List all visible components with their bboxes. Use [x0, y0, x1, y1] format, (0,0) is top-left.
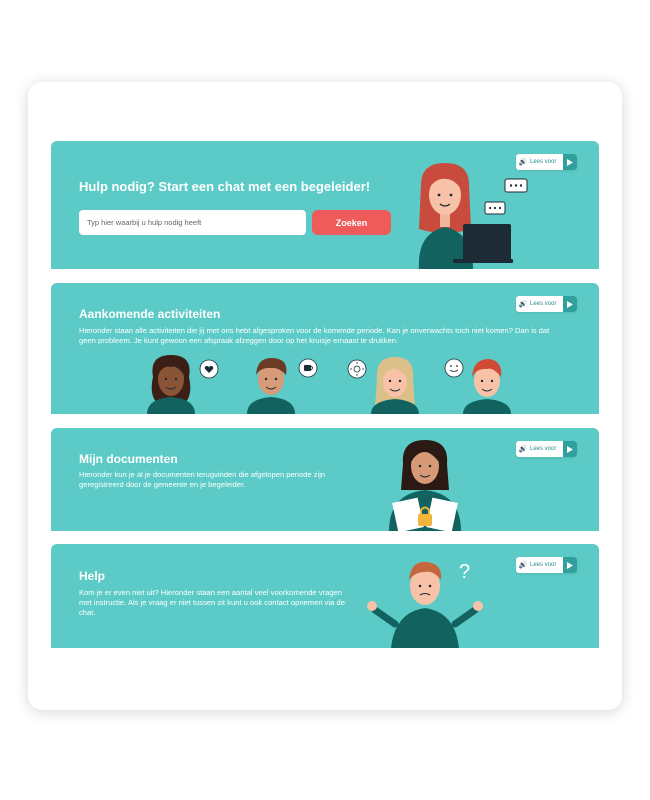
read-aloud-button[interactable]: 🔊 Lees voor: [516, 441, 577, 457]
sun-icon: [347, 359, 367, 379]
search-input[interactable]: [79, 210, 306, 235]
activities-panel: Aankomende activiteiten Hieronder staan …: [51, 283, 599, 414]
read-aloud-label: Lees voor: [530, 446, 557, 452]
read-aloud-button[interactable]: 🔊 Lees voor: [516, 154, 577, 170]
play-icon: [563, 154, 577, 170]
read-aloud-button[interactable]: 🔊 Lees voor: [516, 296, 577, 312]
activities-illustration: [147, 355, 511, 414]
search-button[interactable]: Zoeken: [312, 210, 391, 235]
help-title: Help: [79, 569, 106, 583]
activities-description: Hieronder staan alle activiteiten die ji…: [79, 326, 550, 345]
read-aloud-button[interactable]: 🔊 Lees voor: [516, 557, 577, 573]
documents-description: Hieronder kun je al je documenten terugv…: [79, 470, 326, 489]
speaker-icon: 🔊: [518, 562, 528, 569]
smiley-icon: [444, 358, 464, 378]
play-icon: [563, 296, 577, 312]
play-icon: [563, 557, 577, 573]
coffee-icon: [298, 358, 318, 378]
play-icon: [563, 441, 577, 457]
read-aloud-label: Lees voor: [530, 562, 557, 568]
read-aloud-label: Lees voor: [530, 301, 557, 307]
documents-panel: Mijn documenten Hieronder kun je al je d…: [51, 428, 599, 531]
help-description: Kom je er even niet uit? Hieronder staan…: [79, 588, 345, 617]
chat-panel: Hulp nodig? Start een chat met een begel…: [51, 141, 599, 269]
documents-illustration: [389, 440, 461, 531]
heart-icon: [199, 359, 219, 379]
help-panel: Help Kom je er even niet uit? Hieronder …: [51, 544, 599, 648]
documents-title: Mijn documenten: [79, 452, 178, 466]
chat-title: Hulp nodig? Start een chat met een begel…: [79, 179, 371, 194]
chat-bubble-icon: [484, 178, 528, 215]
speaker-icon: 🔊: [518, 159, 528, 166]
speaker-icon: 🔊: [518, 301, 528, 308]
question-mark-icon: ?: [459, 561, 470, 583]
activities-title: Aankomende activiteiten: [79, 307, 221, 321]
help-illustration: ?: [367, 561, 483, 648]
read-aloud-label: Lees voor: [530, 159, 557, 165]
chat-illustration: [418, 163, 528, 269]
speaker-icon: 🔊: [518, 446, 528, 453]
